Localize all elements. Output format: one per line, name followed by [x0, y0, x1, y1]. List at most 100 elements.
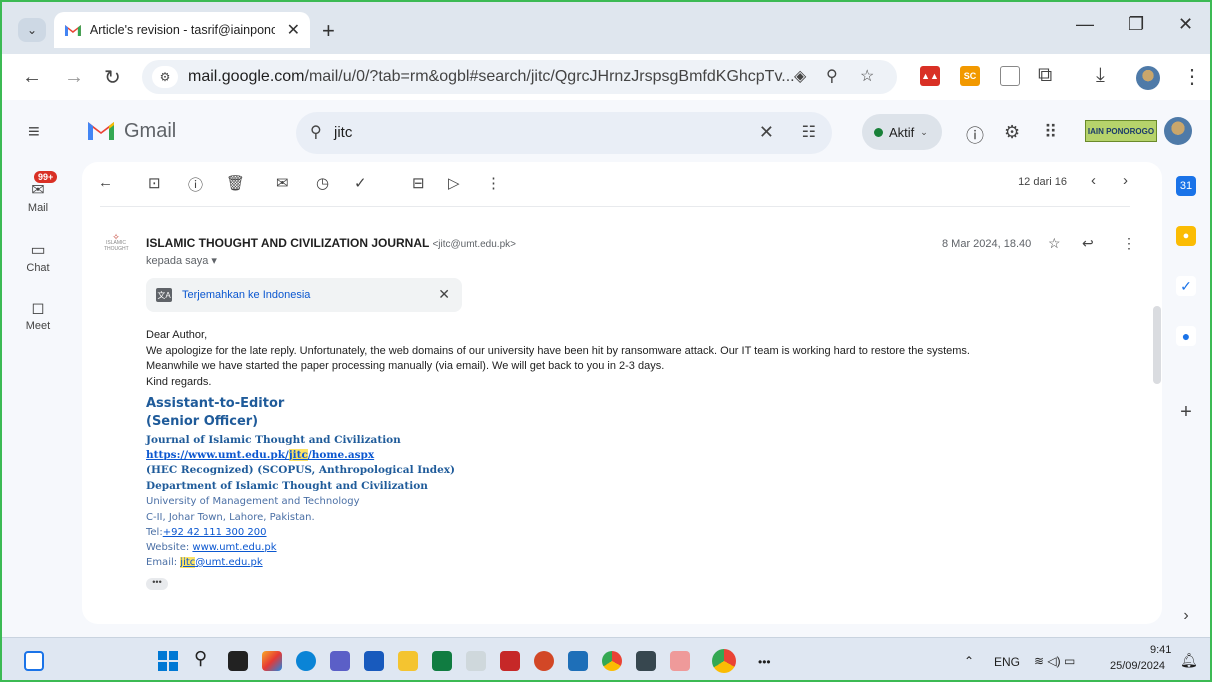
photos-icon[interactable]: [568, 651, 588, 671]
search-bar[interactable]: ⚲ jitc ✕ ☷: [296, 112, 832, 154]
apps-grid-icon[interactable]: ⠿: [1044, 122, 1057, 143]
lens-icon[interactable]: ◈: [794, 66, 806, 86]
search-icon[interactable]: ⚲: [310, 122, 322, 142]
move-to-icon[interactable]: ⊟: [412, 174, 425, 192]
word-icon[interactable]: [364, 651, 384, 671]
snipping-tool-icon[interactable]: [670, 651, 690, 671]
translate-link[interactable]: Terjemahkan ke Indonesia: [182, 289, 310, 301]
tab-search-button[interactable]: ⌄: [18, 18, 46, 42]
recipient-details[interactable]: kepada saya ▾: [146, 254, 217, 267]
older-chevron-icon[interactable]: ›: [1123, 172, 1128, 189]
taskbar-search-icon[interactable]: ⚲: [194, 648, 214, 668]
extension-red-icon[interactable]: ▲▲: [920, 66, 940, 86]
signature-url[interactable]: https://www.umt.edu.pk/jitc/home.aspx: [146, 449, 374, 461]
more-actions-icon[interactable]: ⋮: [486, 174, 501, 192]
close-translate-icon[interactable]: ✕: [438, 286, 450, 303]
label-icon[interactable]: ▷: [448, 174, 460, 192]
newer-chevron-icon[interactable]: ‹: [1091, 172, 1096, 189]
main-menu-icon[interactable]: ≡: [28, 121, 40, 144]
add-addon-icon[interactable]: +: [1176, 401, 1196, 423]
clock-time[interactable]: 9:41: [1150, 644, 1171, 656]
task-view-icon[interactable]: [228, 651, 248, 671]
star-icon[interactable]: ☆: [1048, 235, 1061, 252]
copilot-icon[interactable]: [262, 651, 282, 671]
website-link[interactable]: www.umt.edu.pk: [192, 542, 276, 553]
organization-logo[interactable]: IAIN PONOROGO: [1085, 120, 1157, 142]
snooze-icon[interactable]: ◷: [316, 174, 329, 192]
back-arrow-icon[interactable]: ←: [22, 66, 42, 89]
zoom-icon[interactable]: ⚲: [826, 66, 838, 86]
window-close-icon[interactable]: ✕: [1178, 14, 1193, 35]
address-bar[interactable]: ⚙ mail.google.com/mail/u/0/?tab=rm&ogbl#…: [142, 60, 897, 94]
file-explorer-icon[interactable]: [398, 651, 418, 671]
report-spam-icon[interactable]: ⓘ: [188, 174, 203, 195]
edge-icon[interactable]: [296, 651, 316, 671]
settings-gear-icon[interactable]: ⚙: [1004, 122, 1020, 143]
restore-icon[interactable]: ❐: [1128, 14, 1144, 35]
keep-icon[interactable]: ●: [1176, 226, 1196, 246]
forward-arrow-icon[interactable]: →: [64, 66, 84, 89]
mark-unread-icon[interactable]: ✉: [276, 174, 289, 192]
back-to-list-icon[interactable]: ←: [98, 174, 113, 191]
gmail-wordmark: Gmail: [124, 120, 177, 142]
email-link[interactable]: jitc: [180, 557, 196, 568]
app-icon[interactable]: [466, 651, 486, 671]
chrome-profile-icon[interactable]: [712, 649, 736, 673]
contacts-icon[interactable]: ●: [1176, 326, 1196, 346]
expand-side-panel-icon[interactable]: ›: [1176, 606, 1196, 626]
sender-name[interactable]: ISLAMIC THOUGHT AND CIVILIZATION JOURNAL: [146, 236, 429, 250]
status-button[interactable]: Aktif ⌄: [862, 114, 942, 150]
tasks-icon[interactable]: ✓: [1176, 276, 1196, 296]
help-icon[interactable]: ⓘ: [966, 122, 984, 148]
teams-icon[interactable]: [330, 651, 350, 671]
status-dot-icon: [874, 127, 883, 137]
bookmark-star-icon[interactable]: ☆: [860, 66, 874, 86]
wifi-volume-battery-icon[interactable]: ≋ ◁) ▭: [1034, 654, 1075, 668]
hidden-icons-chevron-icon[interactable]: ⌃: [964, 654, 974, 668]
reply-icon[interactable]: ↩: [1082, 235, 1094, 252]
tab-close-icon[interactable]: ✕: [287, 20, 300, 40]
download-icon[interactable]: ⤓: [1096, 64, 1105, 87]
calendar-icon[interactable]: 31: [1176, 176, 1196, 196]
excel-icon[interactable]: [432, 651, 452, 671]
widgets-icon[interactable]: [24, 651, 44, 671]
message-more-icon[interactable]: ⋮: [1122, 235, 1136, 252]
mendeley-icon[interactable]: [500, 651, 520, 671]
browser-tab-active[interactable]: Article's revision - tasrif@iainponorog …: [54, 12, 310, 48]
search-options-icon[interactable]: ☷: [802, 122, 816, 142]
nav-chat[interactable]: ▭ Chat: [16, 240, 60, 274]
url-text[interactable]: mail.google.com/mail/u/0/?tab=rm&ogbl#se…: [188, 68, 795, 86]
add-task-icon[interactable]: ✓: [354, 174, 367, 192]
windows-start-icon[interactable]: [158, 651, 178, 671]
divider: [100, 206, 1130, 207]
powerpoint-icon[interactable]: [534, 651, 554, 671]
chrome-icon[interactable]: [602, 651, 622, 671]
browser-menu-icon[interactable]: ⋮: [1182, 64, 1202, 89]
nav-meet[interactable]: ◻ Meet: [16, 298, 60, 332]
account-avatar[interactable]: [1164, 117, 1192, 145]
extension-doc-icon[interactable]: [1000, 66, 1020, 86]
input-language[interactable]: ENG: [994, 655, 1020, 669]
reload-icon[interactable]: ↻: [104, 65, 121, 90]
minimize-icon[interactable]: —: [1076, 14, 1094, 35]
clear-search-icon[interactable]: ✕: [759, 122, 774, 143]
clock-date[interactable]: 25/09/2024: [1110, 660, 1165, 672]
terminal-icon[interactable]: [636, 651, 656, 671]
extension-sc-icon[interactable]: SC: [960, 66, 980, 86]
message-toolbar: ← ⊡ ⓘ 🗑︎ ✉ ◷ ✓ ⊟ ▷ ⋮ 12 dari 16 ‹ ›: [82, 162, 1162, 204]
extensions-puzzle-icon[interactable]: ⧉: [1038, 64, 1052, 87]
archive-icon[interactable]: ⊡: [148, 174, 161, 192]
nav-mail[interactable]: ✉ Mail: [16, 180, 60, 214]
message-panel: ← ⊡ ⓘ 🗑︎ ✉ ◷ ✓ ⊟ ▷ ⋮ 12 dari 16 ‹ › ✧ IS…: [82, 162, 1162, 624]
search-input[interactable]: jitc: [334, 124, 352, 141]
delete-icon[interactable]: 🗑︎: [226, 174, 245, 192]
taskbar-overflow[interactable]: •••: [758, 655, 771, 669]
scrollbar[interactable]: [1153, 306, 1161, 384]
notification-bell-icon[interactable]: 🔔︎: [1180, 652, 1198, 669]
site-info-icon[interactable]: ⚙: [152, 66, 178, 88]
new-tab-button[interactable]: +: [322, 18, 335, 44]
profile-avatar[interactable]: [1136, 66, 1160, 90]
show-trimmed-content-button[interactable]: •••: [146, 578, 168, 590]
nav-mail-label: Mail: [27, 202, 49, 214]
tel-link[interactable]: +92 42 111 300 200: [163, 527, 267, 538]
